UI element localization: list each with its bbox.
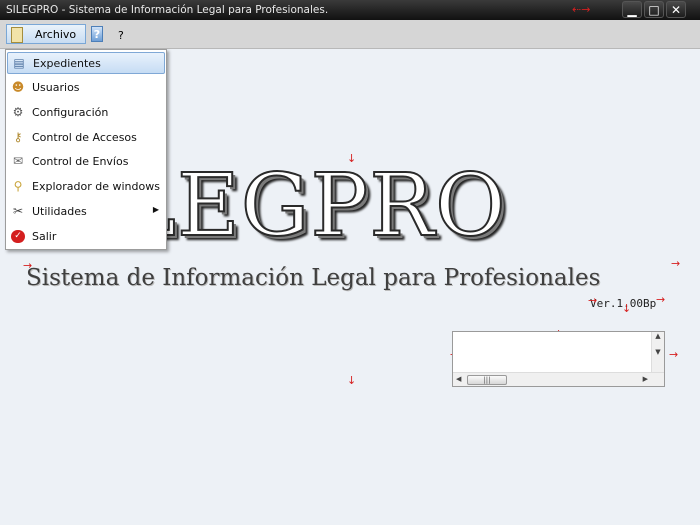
maximize-button[interactable]: □ [644, 1, 664, 18]
arrow-right-icon: → [671, 257, 681, 270]
archivo-dropdown: ▤ Expedientes ☻ Usuarios ⚙ Configuración… [5, 49, 167, 250]
menu-item-label: Explorador de windows [32, 180, 160, 193]
arrow-down-icon: ↓ [347, 374, 357, 387]
submenu-arrow-icon: ▶ [152, 205, 159, 214]
menu-item-label: Salir [32, 230, 57, 243]
vertical-scrollbar[interactable]: ▲ ▼ [651, 332, 664, 375]
arrow-right-icon: → [23, 259, 33, 272]
menu-item-usuarios[interactable]: ☻ Usuarios [7, 77, 165, 99]
logo-subtitle: Sistema de Información Legal para Profes… [26, 265, 601, 291]
menu-item-explorador[interactable]: ⚲ Explorador de windows [7, 176, 165, 198]
help-menu[interactable]: ? [118, 29, 124, 42]
menu-item-expedientes[interactable]: ▤ Expedientes [7, 52, 165, 74]
title-bar: SILEGPRO - Sistema de Información Legal … [0, 0, 700, 20]
menu-item-salir[interactable]: ✓ Salir [7, 226, 165, 248]
menu-item-control-envios[interactable]: ✉ Control de Envíos [7, 151, 165, 173]
arrow-right-icon: → [656, 293, 666, 306]
window-title: SILEGPRO - Sistema de Información Legal … [6, 4, 329, 16]
users-icon: ☻ [11, 80, 25, 94]
arrow-down-icon: ↓ [347, 152, 357, 165]
menu-item-label: Utilidades [32, 205, 87, 218]
arrow-right-icon: → [669, 348, 679, 361]
scroll-panel[interactable]: ▲ ▼ ◀ ||| ▶ [452, 331, 665, 387]
scroll-thumb[interactable]: ||| [467, 375, 507, 385]
help-icon[interactable]: ? [91, 26, 103, 42]
scroll-right-icon[interactable]: ▶ [643, 375, 648, 383]
access-icon: ⚷ [13, 130, 23, 144]
menu-item-label: Usuarios [32, 81, 80, 94]
menu-bar: Archivo ? ? [0, 20, 700, 49]
archivo-menu-label: Archivo [35, 28, 77, 41]
resize-arrow-icon: ⇠→ [572, 3, 591, 16]
arrow-down-icon: ↓ [622, 302, 632, 315]
minimize-button[interactable]: ▁ [622, 1, 642, 18]
menu-item-label: Expedientes [33, 57, 101, 70]
scroll-left-icon[interactable]: ◀ [456, 375, 461, 383]
exit-icon: ✓ [11, 230, 25, 243]
document-icon [11, 27, 23, 43]
explorer-icon: ⚲ [13, 179, 23, 193]
archivo-menu[interactable]: Archivo [6, 24, 86, 44]
menu-item-label: Configuración [32, 106, 109, 119]
envelope-icon: ✉ [12, 154, 24, 168]
menu-item-label: Control de Envíos [32, 155, 129, 168]
menu-item-label: Control de Accesos [32, 131, 137, 144]
menu-item-utilidades[interactable]: ✂ Utilidades ▶ [7, 201, 165, 223]
menu-item-configuracion[interactable]: ⚙ Configuración [7, 102, 165, 124]
folder-icon: ▤ [13, 56, 25, 70]
horizontal-scrollbar[interactable]: ◀ ||| ▶ [453, 372, 664, 386]
menu-item-control-accesos[interactable]: ⚷ Control de Accesos [7, 127, 165, 149]
gear-icon: ⚙ [12, 105, 24, 119]
close-button[interactable]: ✕ [666, 1, 686, 18]
arrow-right-icon: → [588, 294, 598, 307]
tools-icon: ✂ [12, 204, 24, 218]
